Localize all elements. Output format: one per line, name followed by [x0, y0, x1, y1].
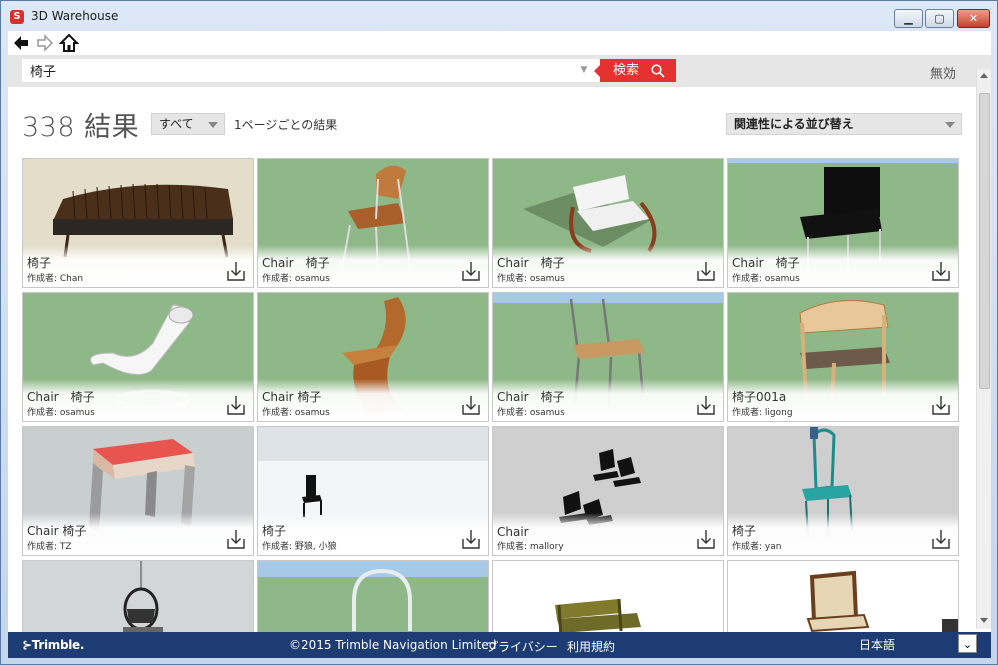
card-author[interactable]: 作成者: Chan	[27, 271, 83, 284]
privacy-link[interactable]: プライバシー	[486, 638, 558, 655]
window-title: 3D Warehouse	[31, 9, 119, 23]
card-author[interactable]: 作成者: osamus	[262, 271, 330, 284]
download-icon[interactable]	[930, 527, 952, 551]
results-count: 338 結果	[22, 112, 140, 143]
card-title[interactable]: 椅子001a	[732, 388, 786, 405]
card-title[interactable]: Chair	[497, 525, 529, 539]
copyright-text: ©2015 Trimble Navigation Limited	[289, 638, 497, 652]
card-title[interactable]: 椅子	[27, 254, 51, 271]
search-bar: ▼ 検索 無効	[8, 55, 991, 87]
chevron-down-icon	[208, 122, 218, 128]
card-title[interactable]: Chair 椅子	[497, 388, 565, 405]
download-icon[interactable]	[460, 259, 482, 283]
search-input[interactable]	[22, 59, 600, 82]
vertical-scrollbar[interactable]	[976, 69, 991, 629]
card-author[interactable]: 作成者: TZ	[27, 539, 72, 552]
download-icon[interactable]	[695, 259, 717, 283]
download-icon[interactable]	[930, 259, 952, 283]
client-area: ▼ 検索 無効 338 結果 すべて 1ページごとの結果 関連性による並び替え	[8, 31, 991, 658]
nav-bar	[8, 31, 991, 55]
model-card[interactable]: 椅子 作成者: yan	[727, 426, 959, 556]
model-card[interactable]: Chair 椅子 作成者: osamus	[492, 158, 724, 288]
card-author[interactable]: 作成者: osamus	[27, 405, 95, 418]
search-history-dropdown-icon[interactable]: ▼	[578, 64, 590, 76]
card-title[interactable]: Chair 椅子	[262, 388, 321, 405]
model-card[interactable]: Chair 椅子 作成者: TZ	[22, 426, 254, 556]
minimize-button[interactable]: ▁	[894, 9, 923, 28]
app-window: S 3D Warehouse ▁ ▢ ✕ ▼ 検索	[0, 0, 998, 665]
language-select[interactable]: 日本語	[859, 636, 895, 653]
download-icon[interactable]	[460, 393, 482, 417]
chevron-down-icon	[945, 122, 955, 128]
home-icon[interactable]	[59, 33, 79, 53]
search-button[interactable]: 検索	[594, 59, 676, 82]
title-bar: S 3D Warehouse ▁ ▢ ✕	[1, 1, 997, 31]
card-title[interactable]: 椅子	[732, 522, 756, 539]
card-title[interactable]: Chair 椅子	[732, 254, 800, 271]
card-title[interactable]: Chair 椅子	[262, 254, 330, 271]
card-title[interactable]: Chair 椅子	[27, 388, 95, 405]
model-card[interactable]: Chair 作成者: mallory	[492, 426, 724, 556]
model-card[interactable]: Chair 椅子 作成者: osamus	[727, 158, 959, 288]
back-arrow-icon[interactable]	[11, 33, 31, 53]
download-icon[interactable]	[695, 527, 717, 551]
card-title[interactable]: Chair 椅子	[27, 522, 86, 539]
sort-select[interactable]: 関連性による並び替え	[726, 113, 962, 135]
model-card[interactable]: 椅子 作成者: 野狼, 小狼	[257, 426, 489, 556]
download-icon[interactable]	[225, 527, 247, 551]
download-icon[interactable]	[930, 393, 952, 417]
card-title[interactable]: 椅子	[262, 522, 286, 539]
scroll-down-arrow-icon[interactable]	[980, 618, 988, 623]
terms-link[interactable]: 利用規約	[567, 638, 615, 655]
model-card[interactable]: Chair 椅子 作成者: osamus	[257, 158, 489, 288]
maximize-button[interactable]: ▢	[925, 9, 954, 28]
per-page-label[interactable]: 1ページごとの結果	[234, 116, 337, 133]
results-header: 338 結果 すべて 1ページごとの結果 関連性による並び替え	[8, 87, 976, 147]
card-author[interactable]: 作成者: osamus	[497, 405, 565, 418]
search-button-label: 検索	[613, 63, 640, 78]
card-author[interactable]: 作成者: 野狼, 小狼	[262, 539, 337, 552]
card-author[interactable]: 作成者: osamus	[497, 271, 565, 284]
card-author[interactable]: 作成者: yan	[732, 539, 781, 552]
disable-link[interactable]: 無効	[930, 63, 956, 82]
card-author[interactable]: 作成者: osamus	[262, 405, 330, 418]
card-author[interactable]: 作成者: ligong	[732, 405, 793, 418]
scrollbar-thumb[interactable]	[979, 93, 990, 389]
download-icon[interactable]	[225, 393, 247, 417]
trimble-logo[interactable]: ⊱Trimble.	[22, 638, 84, 652]
download-icon[interactable]	[225, 259, 247, 283]
model-card[interactable]: Chair 椅子 作成者: osamus	[492, 292, 724, 422]
sketchup-logo-icon: S	[10, 10, 24, 24]
filter-select-value: すべて	[159, 117, 194, 131]
close-button[interactable]: ✕	[957, 9, 990, 28]
language-dropdown-button[interactable]: ⌄	[958, 634, 977, 653]
filter-select[interactable]: すべて	[151, 113, 225, 135]
footer: ⊱Trimble. ©2015 Trimble Navigation Limit…	[8, 632, 991, 658]
scroll-up-arrow-icon[interactable]	[980, 73, 988, 78]
download-icon[interactable]	[695, 393, 717, 417]
card-author[interactable]: 作成者: mallory	[497, 539, 564, 552]
card-author[interactable]: 作成者: osamus	[732, 271, 800, 284]
card-title[interactable]: Chair 椅子	[497, 254, 565, 271]
forward-arrow-icon[interactable]	[35, 33, 55, 53]
model-card[interactable]: Chair 椅子 作成者: osamus	[22, 292, 254, 422]
model-card[interactable]: Chair 椅子 作成者: osamus	[257, 292, 489, 422]
model-card[interactable]: 椅子001a 作成者: ligong	[727, 292, 959, 422]
model-card[interactable]: 椅子 作成者: Chan	[22, 158, 254, 288]
search-icon	[651, 64, 665, 78]
sort-select-value: 関連性による並び替え	[734, 117, 854, 131]
download-icon[interactable]	[460, 527, 482, 551]
